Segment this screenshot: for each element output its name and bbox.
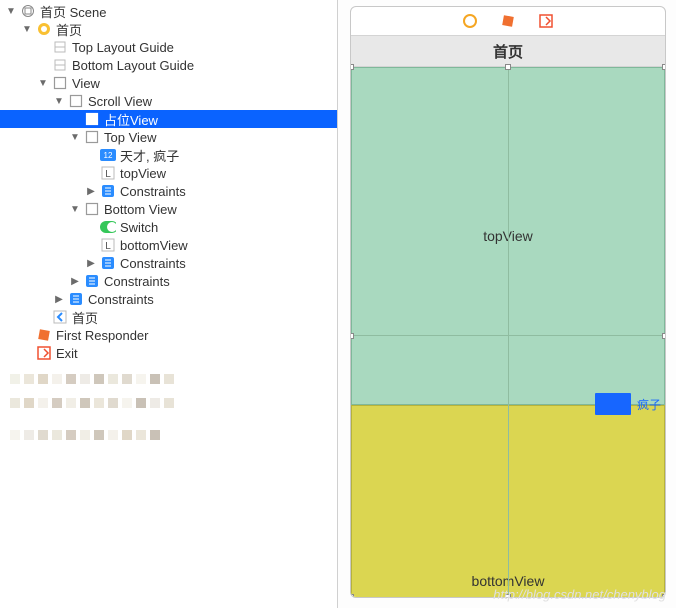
scene-toolbar [351, 7, 665, 35]
tree-row-label: Constraints [104, 274, 170, 289]
selection-guide-vertical [508, 67, 509, 597]
resize-handle[interactable] [505, 594, 511, 598]
view-icon [84, 129, 100, 145]
tree-row-label: 天才, 疯子 [120, 146, 179, 165]
disclosure-triangle-icon[interactable]: ▶ [86, 186, 96, 197]
tree-row[interactable]: LtopView [0, 164, 337, 182]
svg-text:L: L [105, 241, 111, 252]
switch-knob-icon[interactable] [595, 393, 631, 415]
switch-label: 疯子 [637, 396, 661, 413]
tree-row[interactable]: 占位View [0, 110, 337, 128]
tree-row-label: Exit [56, 346, 78, 361]
disclosure-triangle-icon[interactable]: ▼ [38, 78, 48, 89]
tree-row-label: topView [120, 166, 166, 181]
L-icon: L [100, 237, 116, 253]
tree-row-label: View [72, 76, 100, 91]
svg-text:L: L [105, 169, 111, 180]
resize-handle[interactable] [505, 64, 511, 70]
tree-row[interactable]: Exit [0, 344, 337, 362]
constraints-icon [68, 291, 84, 307]
tree-row[interactable]: ▶ Constraints [0, 182, 337, 200]
disclosure-triangle-icon[interactable]: ▼ [70, 132, 80, 143]
tree-row[interactable]: Switch [0, 218, 337, 236]
tree-row-label: Constraints [88, 292, 154, 307]
tree-row-label: 占位View [104, 110, 158, 129]
device-frame: 首页 topView bottomView 疯子 [350, 6, 666, 598]
redacted-row [0, 426, 337, 444]
redacted-row [0, 394, 337, 412]
scene-icon [20, 3, 36, 19]
disclosure-triangle-icon[interactable]: ▼ [6, 6, 16, 17]
tree-row[interactable]: ▶ Constraints [0, 272, 337, 290]
tree-row[interactable]: ▼ Bottom View [0, 200, 337, 218]
canvas-panel: 首页 topView bottomView 疯子 htt [338, 0, 676, 608]
tree-row-label: Top View [104, 130, 157, 145]
disclosure-triangle-icon[interactable]: ▼ [70, 204, 80, 215]
tree-row[interactable]: ▼ 首页 [0, 20, 337, 38]
svg-text:12: 12 [104, 151, 113, 160]
tree-row[interactable]: ▼ Scroll View [0, 92, 337, 110]
tree-row[interactable]: ▼ View [0, 74, 337, 92]
constraints-icon [100, 255, 116, 271]
tree-row-label: Switch [120, 220, 158, 235]
L-icon: L [100, 165, 116, 181]
tree-row[interactable]: First Responder [0, 326, 337, 344]
exit-icon[interactable] [538, 13, 554, 29]
nav-title: 首页 [493, 41, 523, 62]
outline-tree[interactable]: ▼首页 Scene▼首页Top Layout GuideBottom Layou… [0, 0, 338, 608]
tree-row-label: 首页 [72, 308, 98, 327]
tree-row[interactable]: ▼ 首页 Scene [0, 2, 337, 20]
tree-row[interactable]: ▼ Top View [0, 128, 337, 146]
tree-row-label: Constraints [120, 184, 186, 199]
redacted-row [0, 370, 337, 388]
resize-handle[interactable] [350, 594, 354, 598]
disclosure-triangle-icon[interactable]: ▼ [54, 96, 64, 107]
tree-row[interactable]: ▶ Constraints [0, 290, 337, 308]
tree-row-label: Bottom View [104, 202, 177, 217]
tree-row[interactable]: LbottomView [0, 236, 337, 254]
constraints-icon [84, 273, 100, 289]
tree-row-label: First Responder [56, 328, 148, 343]
disclosure-triangle-icon[interactable]: ▼ [22, 24, 32, 35]
disclosure-triangle-icon[interactable]: ▶ [86, 258, 96, 269]
responder-icon[interactable] [500, 13, 516, 29]
view-icon [68, 93, 84, 109]
tree-row-label: bottomView [120, 238, 188, 253]
guide-icon [52, 39, 68, 55]
tree-row[interactable]: Top Layout Guide [0, 38, 337, 56]
resize-handle[interactable] [350, 64, 354, 70]
disclosure-triangle-icon[interactable]: ▶ [54, 294, 64, 305]
tree-row-label: 首页 [56, 20, 82, 39]
view-icon [52, 75, 68, 91]
switch-widget[interactable]: 疯子 [595, 391, 665, 417]
exit-icon [36, 345, 52, 361]
tree-row-label: Bottom Layout Guide [72, 58, 194, 73]
switch-icon [100, 219, 116, 235]
view-icon [84, 111, 100, 127]
view-icon [84, 201, 100, 217]
constraints-icon [100, 183, 116, 199]
guide-icon [52, 57, 68, 73]
disclosure-triangle-icon[interactable]: ▶ [70, 276, 80, 287]
resize-handle[interactable] [662, 594, 666, 598]
resize-handle[interactable] [662, 64, 666, 70]
tree-row[interactable]: Bottom Layout Guide [0, 56, 337, 74]
resize-handle[interactable] [350, 333, 354, 339]
vc-icon[interactable] [462, 13, 478, 29]
tree-row[interactable]: ▶ Constraints [0, 254, 337, 272]
tree-row-label: Scroll View [88, 94, 152, 109]
back-icon [52, 309, 68, 325]
vc-icon [36, 21, 52, 37]
resize-handle[interactable] [662, 333, 666, 339]
tree-row-label: Top Layout Guide [72, 40, 174, 55]
scroll-content: topView bottomView 疯子 [351, 67, 665, 597]
responder-icon [36, 327, 52, 343]
tree-row-label: 首页 Scene [40, 2, 106, 21]
navigation-bar: 首页 [351, 35, 665, 67]
tree-row-label: Constraints [120, 256, 186, 271]
tree-row[interactable]: 首页 [0, 308, 337, 326]
tree-row[interactable]: 12 天才, 疯子 [0, 146, 337, 164]
badge12-icon: 12 [100, 147, 116, 163]
selection-guide-horizontal [351, 335, 665, 336]
